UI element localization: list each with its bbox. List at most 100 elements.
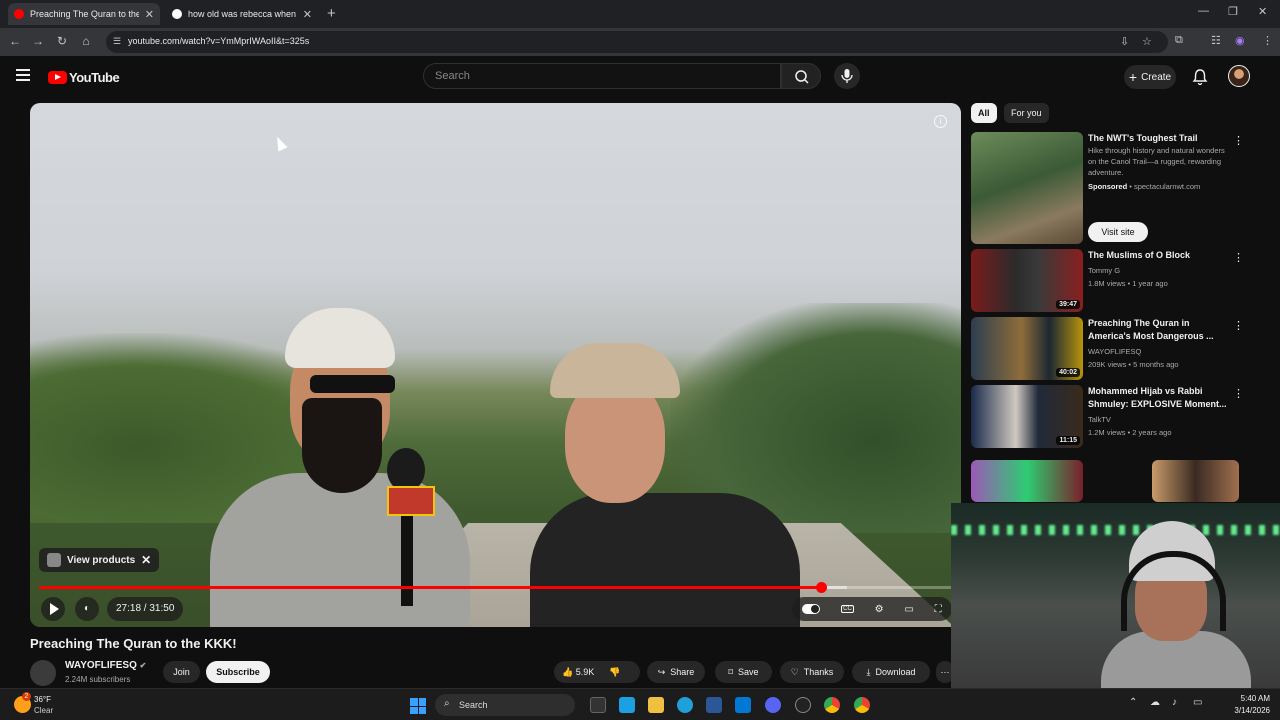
- new-tab-icon[interactable]: +: [327, 5, 336, 22]
- network-icon[interactable]: ☁: [1150, 697, 1160, 708]
- store-icon[interactable]: [706, 697, 722, 713]
- weather-condition: Clear: [34, 706, 54, 715]
- autoplay-toggle[interactable]: [802, 604, 821, 614]
- download-button[interactable]: ⤓ Download: [852, 661, 930, 683]
- tab-youtube[interactable]: Preaching The Quran to the KKK ✕: [8, 3, 160, 25]
- youtube-favicon-icon: [14, 9, 24, 19]
- video-player[interactable]: i View products ✕ ◐ 27:18 / 31:50 CC ⚙ ▭…: [30, 103, 961, 627]
- rec-channel[interactable]: WAYOFLIFESQ: [1088, 346, 1141, 357]
- close-tab-icon[interactable]: ✕: [303, 8, 312, 21]
- more-options-icon[interactable]: ⋮: [1233, 319, 1244, 332]
- settings-gear-icon[interactable]: ⚙: [875, 604, 884, 615]
- hamburger-menu-icon[interactable]: [16, 69, 30, 84]
- like-button[interactable]: 👍 5.9K: [562, 667, 594, 678]
- tray-chevron-icon[interactable]: ⌃: [1129, 697, 1137, 708]
- voice-search-button[interactable]: [834, 63, 860, 89]
- video-thumbnail[interactable]: [1152, 460, 1239, 502]
- chip-for-you[interactable]: For you: [1004, 103, 1049, 123]
- notifications-bell-icon[interactable]: [1192, 68, 1208, 86]
- video-thumbnail[interactable]: 39:47: [971, 249, 1083, 312]
- browser-menu-icon[interactable]: ⋮: [1262, 34, 1273, 47]
- dislike-icon[interactable]: 👎: [609, 667, 620, 678]
- bookmark-star-icon[interactable]: ☆: [1142, 35, 1152, 48]
- chrome-icon[interactable]: [824, 697, 840, 713]
- more-options-icon[interactable]: ⋮: [1233, 387, 1244, 400]
- channel-avatar[interactable]: [30, 660, 56, 686]
- thanks-button[interactable]: ♡ Thanks: [780, 661, 844, 683]
- sponsored-ad[interactable]: The NWT's Toughest Trail Hike through hi…: [971, 132, 1261, 244]
- recommended-video[interactable]: 11:15 Mohammed Hijab vs Rabbi Shmuley: E…: [971, 385, 1261, 448]
- video-thumbnail[interactable]: 40:02: [971, 317, 1083, 380]
- recommended-video[interactable]: 39:47 The Muslims of O Block Tommy G 1.8…: [971, 249, 1261, 312]
- video-thumbnail[interactable]: [971, 460, 1083, 502]
- rec-channel[interactable]: TalkTV: [1088, 414, 1111, 425]
- search-button[interactable]: [781, 63, 821, 89]
- rec-title[interactable]: Preaching The Quran in America's Most Da…: [1088, 317, 1228, 343]
- close-tab-icon[interactable]: ✕: [145, 8, 154, 21]
- more-options-icon[interactable]: ⋮: [1233, 134, 1244, 147]
- minimize-icon[interactable]: —: [1198, 5, 1209, 17]
- speaker-icon[interactable]: ♪: [1172, 697, 1177, 708]
- ad-thumbnail[interactable]: [971, 132, 1083, 244]
- fullscreen-icon[interactable]: ⛶: [935, 604, 942, 615]
- outlook-icon[interactable]: [735, 697, 751, 713]
- recommended-video[interactable]: 40:02 Preaching The Quran in America's M…: [971, 317, 1261, 380]
- reading-list-icon[interactable]: ☷: [1211, 34, 1221, 47]
- battery-icon[interactable]: ▭: [1193, 697, 1202, 708]
- info-icon[interactable]: i: [934, 115, 947, 128]
- close-icon[interactable]: ✕: [141, 553, 151, 567]
- like-dislike-group: 👍 5.9K 👎: [554, 661, 640, 683]
- file-explorer-icon[interactable]: [648, 697, 664, 713]
- system-clock[interactable]: 5:40 AM 3/14/2026: [1222, 693, 1270, 717]
- miniplayer-icon[interactable]: ▭: [904, 604, 913, 615]
- share-button[interactable]: ↪ Share: [647, 661, 705, 683]
- progress-bar[interactable]: [39, 582, 952, 593]
- chrome-profile-icon[interactable]: [854, 697, 870, 713]
- product-thumb-icon: [47, 553, 61, 567]
- rec-title[interactable]: The Muslims of O Block: [1088, 249, 1228, 262]
- profile-icon[interactable]: ◉: [1235, 34, 1245, 47]
- play-button[interactable]: [41, 597, 65, 621]
- site-info-icon[interactable]: ☰: [113, 36, 121, 47]
- taskbar-search[interactable]: ⌕ Search: [435, 694, 575, 716]
- volume-button[interactable]: ◐: [75, 597, 99, 621]
- channel-name[interactable]: WAYOFLIFESQ ✔: [65, 660, 146, 671]
- video-thumbnail[interactable]: 11:15: [971, 385, 1083, 448]
- visit-site-button[interactable]: Visit site: [1088, 222, 1148, 242]
- maximize-icon[interactable]: ❐: [1228, 5, 1238, 18]
- subscribe-button[interactable]: Subscribe: [206, 661, 270, 683]
- forward-icon[interactable]: →: [30, 34, 46, 48]
- tab-title: Preaching The Quran to the KKK: [30, 9, 139, 19]
- back-icon[interactable]: ←: [7, 34, 23, 48]
- account-avatar[interactable]: [1228, 65, 1250, 87]
- more-options-icon[interactable]: ⋮: [1233, 251, 1244, 264]
- rec-channel[interactable]: Tommy G: [1088, 265, 1120, 276]
- video-frame-interviewee: [530, 343, 820, 627]
- reload-icon[interactable]: ↻: [54, 34, 70, 48]
- address-bar[interactable]: ☰ youtube.com/watch?v=YmMprIWAoII&t=325s…: [106, 31, 1168, 53]
- youtube-play-icon: [48, 71, 67, 84]
- search-input[interactable]: Search: [423, 63, 781, 89]
- app-icon[interactable]: [619, 697, 635, 713]
- create-button[interactable]: + Create: [1124, 65, 1176, 89]
- close-window-icon[interactable]: ✕: [1258, 5, 1267, 18]
- extensions-icon[interactable]: ⧉: [1175, 34, 1183, 47]
- obs-icon[interactable]: [795, 697, 811, 713]
- video-frame-microphone: [387, 448, 435, 606]
- captions-icon[interactable]: CC: [841, 605, 854, 613]
- home-icon[interactable]: ⌂: [78, 34, 94, 48]
- join-button[interactable]: Join: [163, 661, 200, 683]
- view-products-button[interactable]: View products ✕: [39, 548, 160, 572]
- windows-start-icon[interactable]: [410, 698, 426, 714]
- install-app-icon[interactable]: ⇩: [1120, 35, 1129, 48]
- discord-icon[interactable]: [765, 697, 781, 713]
- save-button[interactable]: ⌑ Save: [715, 661, 772, 683]
- ad-title[interactable]: The NWT's Toughest Trail: [1088, 132, 1228, 145]
- youtube-logo[interactable]: YouTube: [48, 70, 120, 85]
- task-view-icon[interactable]: [590, 697, 606, 713]
- rec-title[interactable]: Mohammed Hijab vs Rabbi Shmuley: EXPLOSI…: [1088, 385, 1228, 411]
- edge-icon[interactable]: [677, 697, 693, 713]
- chip-all[interactable]: All: [971, 103, 997, 123]
- played-bar: [39, 586, 822, 589]
- tab-google-search[interactable]: how old was rebecca when she ✕: [166, 3, 318, 25]
